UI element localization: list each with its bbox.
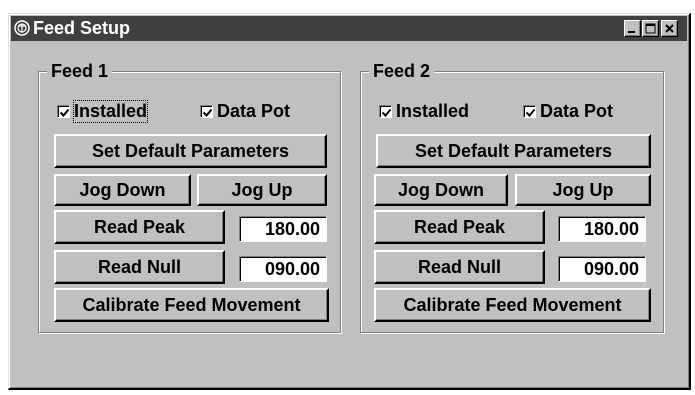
feed-1-label: Feed 1 — [47, 60, 113, 82]
checkbox-box[interactable] — [379, 104, 392, 118]
checkbox-box[interactable] — [523, 104, 536, 118]
minimize-icon — [628, 31, 635, 33]
feed-2-read-null-button[interactable]: Read Null — [374, 250, 545, 284]
feed-2-null-value-field[interactable] — [558, 256, 646, 282]
checkmark-icon — [59, 108, 70, 117]
app-emblem-icon[interactable] — [14, 20, 30, 36]
title-bar[interactable]: Feed Setup — [11, 16, 687, 41]
feed-1-read-null-button[interactable]: Read Null — [54, 250, 225, 284]
checkbox-box[interactable] — [57, 104, 70, 118]
feed-1-jog-down-button[interactable]: Jog Down — [54, 174, 191, 206]
minimize-button[interactable] — [624, 20, 641, 37]
feed-2-jog-down-button[interactable]: Jog Down — [374, 174, 508, 206]
feed-2-installed-checkbox[interactable]: Installed — [379, 100, 469, 122]
checkmark-icon — [202, 108, 213, 117]
feed-1-installed-checkbox[interactable]: Installed — [57, 99, 149, 123]
checkmark-icon — [525, 108, 536, 117]
feed-2-data-pot-checkbox[interactable]: Data Pot — [523, 100, 613, 122]
feed-1-group: Feed 1 Installed Data Pot Set Default Pa… — [38, 60, 341, 333]
maximize-icon — [645, 23, 656, 34]
data-pot-label: Data Pot — [217, 100, 291, 121]
checkmark-icon — [381, 108, 392, 117]
checkbox-box[interactable] — [200, 104, 213, 118]
window-title: Feed Setup — [33, 18, 131, 38]
close-button[interactable] — [661, 20, 678, 37]
installed-label: Installed — [72, 99, 149, 123]
feed-2-group: Feed 2 Installed Data Pot Set Default Pa… — [360, 60, 664, 333]
installed-label: Installed — [396, 100, 470, 121]
feed-1-set-default-parameters-button[interactable]: Set Default Parameters — [54, 134, 327, 168]
close-icon — [665, 24, 674, 33]
feed-2-jog-up-button[interactable]: Jog Up — [515, 174, 651, 206]
feed-2-read-peak-button[interactable]: Read Peak — [374, 210, 545, 244]
feed-1-read-peak-button[interactable]: Read Peak — [54, 210, 225, 244]
feed-1-calibrate-feed-movement-button[interactable]: Calibrate Feed Movement — [54, 288, 329, 322]
data-pot-label: Data Pot — [540, 100, 614, 121]
feed-2-peak-value-field[interactable] — [558, 216, 646, 242]
feed-setup-window: Feed Setup Feed 1 Installed Data Pot Set… — [8, 13, 691, 390]
feed-1-peak-value-field[interactable] — [239, 216, 327, 242]
feed-2-calibrate-feed-movement-button[interactable]: Calibrate Feed Movement — [374, 288, 651, 322]
feed-1-data-pot-checkbox[interactable]: Data Pot — [200, 100, 290, 122]
maximize-button[interactable] — [642, 20, 659, 37]
feed-2-set-default-parameters-button[interactable]: Set Default Parameters — [376, 134, 651, 168]
feed-2-label: Feed 2 — [369, 60, 435, 82]
feed-1-jog-up-button[interactable]: Jog Up — [197, 174, 327, 206]
feed-1-null-value-field[interactable] — [239, 256, 327, 282]
